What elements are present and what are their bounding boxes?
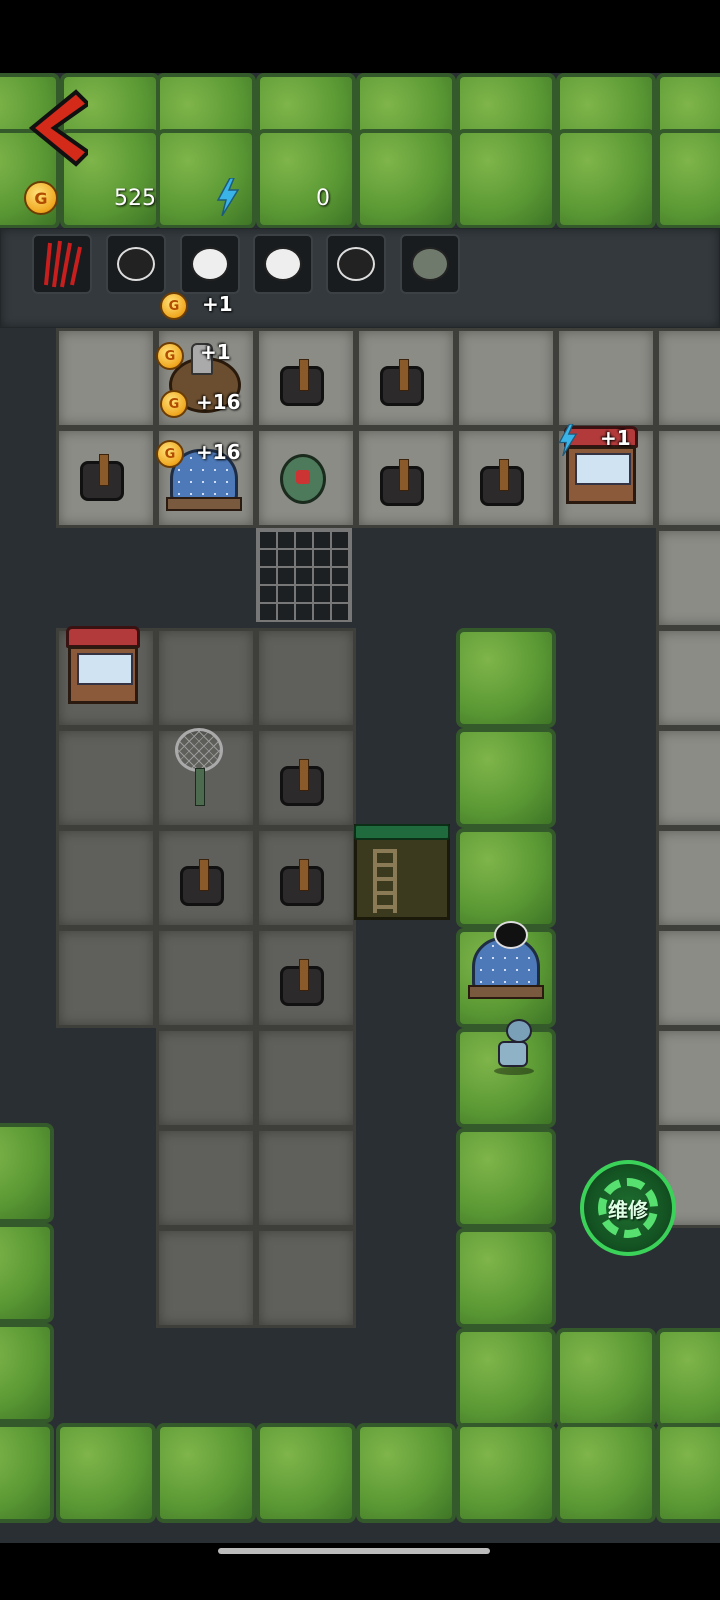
broom-bin[interactable] <box>272 848 332 908</box>
income-popup: +16 <box>196 390 241 414</box>
treasure-chest[interactable] <box>64 626 142 706</box>
broom-bin[interactable] <box>472 448 532 508</box>
gold-coin-icon: G <box>24 181 58 215</box>
shovel-bin[interactable] <box>372 348 432 408</box>
ghost-face-icon <box>117 247 155 281</box>
income-popup: +16 <box>196 440 241 464</box>
cellar-door[interactable] <box>354 824 450 920</box>
repair-button-label: 维修 <box>608 1197 648 1222</box>
ladder <box>373 849 397 913</box>
gold-amount: 525 <box>114 186 156 211</box>
roster-slot-ghost-bow[interactable] <box>326 234 386 294</box>
broom-bin[interactable] <box>172 848 232 908</box>
roster-slot-green-granny[interactable] <box>400 234 460 294</box>
ghost-face-with-bow-icon <box>337 247 375 281</box>
granny-face-icon <box>191 247 229 281</box>
green-granny-face-icon <box>411 247 449 281</box>
roster-slot-granny-2[interactable] <box>253 234 313 294</box>
lightning-bolt-icon <box>216 178 240 216</box>
claw-slash-icon <box>44 240 82 288</box>
shears-bin[interactable] <box>272 948 332 1008</box>
back-arrow-icon <box>28 89 92 167</box>
zombie-character[interactable] <box>484 1017 544 1077</box>
net-trap[interactable] <box>165 728 245 818</box>
lantern-item[interactable] <box>272 448 332 508</box>
energy-amount: 0 <box>316 186 330 211</box>
shovel-bin[interactable] <box>272 748 332 808</box>
gold-coin-icon: G <box>156 342 184 370</box>
back-button[interactable] <box>28 88 92 168</box>
door-health-bar <box>354 824 450 840</box>
granny-face-icon <box>264 247 302 281</box>
rake-bin[interactable] <box>372 448 432 508</box>
roster-slot-claw[interactable] <box>32 234 92 294</box>
lightning-bolt-icon <box>558 424 578 456</box>
ghost-face-icon <box>494 921 528 949</box>
iron-gate[interactable] <box>256 528 352 622</box>
gold-coin-icon: G <box>160 390 188 418</box>
income-popup: +1 <box>200 340 231 364</box>
repair-button[interactable]: 维修 <box>580 1160 676 1256</box>
gold-coin-icon: G <box>160 292 188 320</box>
income-popup: +1 <box>202 292 233 316</box>
roster-slot-ghost[interactable] <box>106 234 166 294</box>
income-popup: +1 <box>600 426 631 450</box>
roster-slot-granny-1[interactable] <box>180 234 240 294</box>
gold-coin-icon: G <box>156 440 184 468</box>
broom-bin[interactable] <box>72 443 132 503</box>
rake-bin[interactable] <box>272 348 332 408</box>
home-indicator[interactable] <box>218 1548 490 1554</box>
